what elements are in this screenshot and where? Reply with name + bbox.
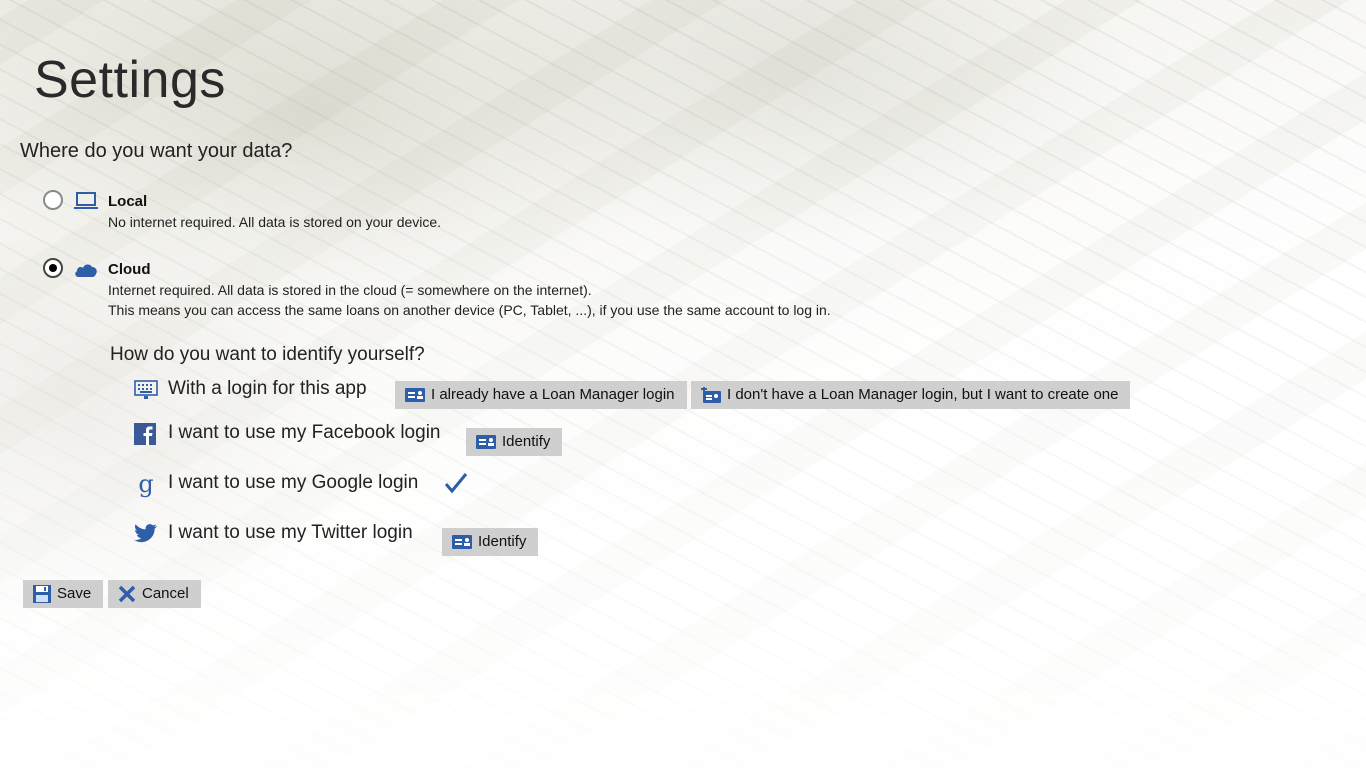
existing-login-button-label: I already have a Loan Manager login	[431, 386, 675, 403]
id-card-icon	[452, 535, 472, 549]
twitter-icon	[134, 523, 158, 547]
close-icon	[118, 585, 136, 603]
existing-login-button[interactable]: I already have a Loan Manager login	[395, 381, 687, 409]
page-title: Settings	[34, 51, 226, 109]
twitter-identify-label: Identify	[478, 533, 527, 550]
facebook-identify-button[interactable]: Identify	[466, 428, 563, 456]
id-card-icon	[405, 388, 425, 402]
cancel-button-label: Cancel	[142, 585, 189, 602]
option-local-title: Local	[108, 193, 148, 210]
facebook-icon	[134, 423, 158, 447]
cloud-icon	[74, 260, 98, 283]
google-login-label: I want to use my Google login	[168, 472, 419, 493]
facebook-identify-label: Identify	[502, 433, 551, 450]
laptop-icon	[74, 191, 98, 216]
save-button-label: Save	[57, 585, 92, 602]
cancel-button[interactable]: Cancel	[108, 580, 201, 608]
facebook-login-label: I want to use my Facebook login	[168, 422, 441, 443]
option-local-description: No internet required. All data is stored…	[108, 214, 442, 230]
storage-question: Where do you want your data?	[20, 140, 293, 162]
radio-local[interactable]	[43, 190, 63, 210]
keyboard-icon	[134, 379, 158, 403]
create-login-button-label: I don't have a Loan Manager login, but I…	[727, 386, 1119, 403]
id-card-icon	[476, 435, 496, 449]
app-login-label: With a login for this app	[168, 378, 367, 399]
checkmark-icon	[444, 472, 468, 499]
create-login-button[interactable]: I don't have a Loan Manager login, but I…	[691, 381, 1131, 409]
option-cloud-description-line1: Internet required. All data is stored in…	[108, 282, 592, 298]
google-icon: g	[138, 470, 154, 498]
save-button[interactable]: Save	[23, 580, 104, 608]
identity-question: How do you want to identify yourself?	[110, 344, 425, 365]
add-user-icon	[701, 387, 721, 403]
twitter-identify-button[interactable]: Identify	[442, 528, 539, 556]
twitter-login-label: I want to use my Twitter login	[168, 522, 413, 543]
save-disk-icon	[33, 585, 51, 603]
radio-cloud[interactable]	[43, 258, 63, 278]
option-cloud-title: Cloud	[108, 261, 151, 278]
option-cloud-description-line2: This means you can access the same loans…	[108, 302, 831, 318]
